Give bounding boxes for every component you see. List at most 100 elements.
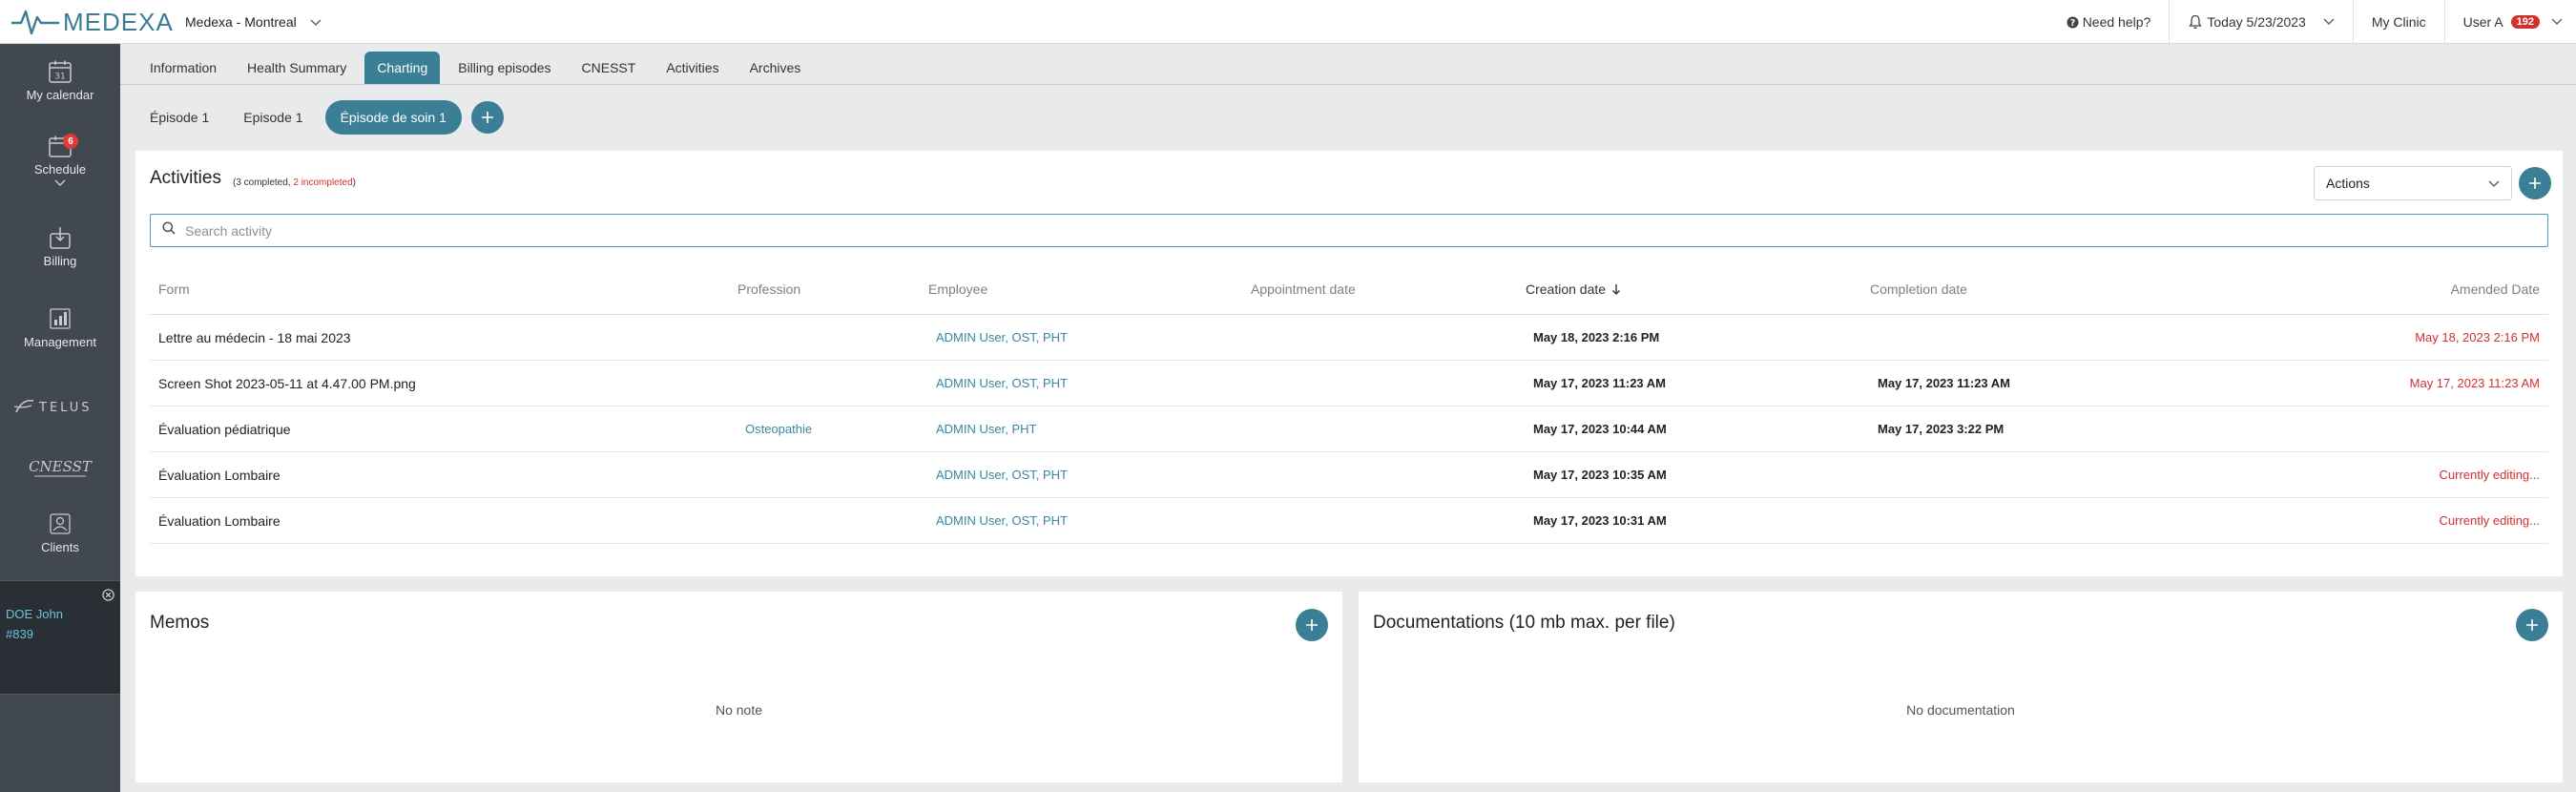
plus-icon [1306, 619, 1318, 631]
sidebar-item-schedule[interactable]: 6 Schedule [0, 134, 120, 187]
employee[interactable]: ADMIN User, OST, PHT [936, 498, 1068, 543]
amended-date: Currently editing... [2439, 513, 2541, 528]
actions-label: Actions [2326, 176, 2370, 191]
activities-card: Activities (3 completed, 2 incompleted) … [135, 151, 2563, 576]
medexa-logo[interactable]: MEDEXA [10, 6, 174, 38]
notifications-date[interactable]: Today 5/23/2023 [2169, 0, 2353, 44]
tab-charting[interactable]: Charting [364, 52, 441, 84]
tab-health-summary[interactable]: Health Summary [235, 52, 359, 84]
schedule-badge: 6 [63, 134, 78, 149]
sidebar-item-clients[interactable]: Clients [0, 511, 120, 554]
form-name: Lettre au médecin - 18 mai 2023 [158, 329, 351, 345]
chevron-down-icon [2551, 18, 2563, 26]
my-clinic-label: My Clinic [2371, 14, 2426, 30]
column-appointment-date[interactable]: Appointment date [1251, 263, 1356, 314]
patient-tabs: Information Health Summary Charting Bill… [137, 52, 819, 84]
top-bar: MEDEXA Medexa - Montreal ? Need help? To… [0, 0, 2576, 44]
clinic-selector[interactable]: Medexa - Montreal [185, 11, 322, 32]
episode-pill-active[interactable]: Épisode de soin 1 [324, 100, 462, 135]
creation-date: May 17, 2023 10:31 AM [1533, 513, 1667, 528]
form-name: Évaluation pédiatrique [158, 421, 291, 437]
column-completion-date[interactable]: Completion date [1870, 263, 1967, 314]
episode-pill[interactable]: Épisode 1 [137, 100, 221, 135]
table-row[interactable]: Évaluation Lombaire ADMIN User, OST, PHT… [150, 498, 2548, 544]
episode-selector: Épisode 1 Episode 1 Épisode de soin 1 [137, 100, 504, 135]
sidebar-item-label: Management [24, 335, 96, 349]
creation-date: May 17, 2023 10:44 AM [1533, 422, 1667, 436]
amended-date: May 18, 2023 2:16 PM [2415, 330, 2540, 344]
svg-text:TELUS: TELUS [38, 401, 93, 415]
completed-count: (3 completed, [233, 177, 294, 188]
completion-date: May 17, 2023 11:23 AM [1878, 376, 2010, 390]
creation-date: May 17, 2023 11:23 AM [1533, 376, 1666, 390]
employee[interactable]: ADMIN User, PHT [936, 406, 1036, 451]
chevron-down-icon [2488, 176, 2500, 191]
column-profession[interactable]: Profession [737, 263, 800, 314]
tab-billing-episodes[interactable]: Billing episodes [446, 52, 563, 84]
help-link[interactable]: ? Need help? [2048, 0, 2170, 44]
episode-pill[interactable]: Episode 1 [231, 100, 315, 135]
chevron-down-icon [310, 14, 322, 30]
actions-dropdown[interactable]: Actions [2314, 166, 2512, 200]
documentations-empty-state: No documentation [1906, 702, 2015, 718]
tab-archives[interactable]: Archives [737, 52, 814, 84]
column-amended-date[interactable]: Amended Date [2451, 263, 2540, 314]
svg-text:31: 31 [54, 73, 65, 82]
chevron-down-icon[interactable] [0, 179, 120, 187]
search-input[interactable] [185, 222, 2475, 239]
amended-date: Currently editing... [2439, 468, 2541, 482]
patient-name: DOE John [6, 607, 63, 621]
tab-cnesst[interactable]: CNESST [570, 52, 649, 84]
column-creation-date[interactable]: Creation date [1526, 263, 1621, 314]
table-row[interactable]: Évaluation pédiatrique Osteopathie ADMIN… [150, 406, 2548, 452]
table-row[interactable]: Screen Shot 2023-05-11 at 4.47.00 PM.png… [150, 361, 2548, 406]
plus-icon [2526, 619, 2538, 631]
activities-summary: (3 completed, 2 incompleted) [233, 177, 356, 188]
active-patient-card[interactable]: DOE John #839 [0, 580, 120, 695]
employee[interactable]: ADMIN User, OST, PHT [936, 452, 1068, 497]
user-menu[interactable]: User A 192 [2443, 0, 2576, 44]
activities-table: Form Profession Employee Appointment dat… [150, 263, 2548, 544]
plus-icon [481, 112, 493, 123]
employee[interactable]: ADMIN User, OST, PHT [936, 361, 1068, 406]
clinic-name: Medexa - Montreal [185, 14, 297, 30]
bell-icon [2188, 14, 2203, 30]
sidebar-item-label: Schedule [33, 162, 87, 177]
clients-icon [0, 511, 120, 536]
patient-number: #839 [6, 627, 33, 641]
add-documentation-button[interactable] [2516, 609, 2548, 641]
close-patient-icon[interactable] [102, 589, 114, 606]
activities-title: Activities [150, 168, 221, 188]
table-row[interactable]: Lettre au médecin - 18 mai 2023 ADMIN Us… [150, 315, 2548, 361]
table-row[interactable]: Évaluation Lombaire ADMIN User, OST, PHT… [150, 452, 2548, 498]
telus-logo[interactable]: TELUS [0, 397, 120, 421]
cnesst-logo[interactable]: CNESST [0, 456, 120, 486]
user-name: User A [2462, 14, 2503, 30]
add-memo-button[interactable] [1296, 609, 1328, 641]
memos-card: Memos No note [135, 592, 1342, 782]
memos-title: Memos [150, 613, 210, 633]
employee[interactable]: ADMIN User, OST, PHT [936, 315, 1068, 360]
form-name: Évaluation Lombaire [158, 512, 280, 529]
sidebar-item-billing[interactable]: Billing [0, 225, 120, 268]
user-notification-badge: 192 [2510, 15, 2540, 29]
add-activity-button[interactable] [2519, 167, 2551, 199]
patient-name-link[interactable]: DOE John #839 [6, 604, 63, 644]
logo-pulse-icon [11, 10, 59, 35]
column-form[interactable]: Form [158, 263, 190, 314]
schedule-icon [0, 134, 120, 158]
sidebar-item-label: Billing [43, 254, 77, 268]
my-clinic-link[interactable]: My Clinic [2352, 0, 2444, 44]
profession[interactable]: Osteopathie [745, 406, 812, 451]
table-header: Form Profession Employee Appointment dat… [150, 263, 2548, 315]
tab-information[interactable]: Information [137, 52, 229, 84]
calendar-icon: 31 [0, 59, 120, 84]
completion-date: May 17, 2023 3:22 PM [1878, 422, 2005, 436]
sidebar-item-label: Clients [41, 540, 79, 554]
creation-date: May 18, 2023 2:16 PM [1533, 330, 1660, 344]
add-episode-button[interactable] [470, 101, 504, 134]
tab-activities[interactable]: Activities [654, 52, 731, 84]
column-employee[interactable]: Employee [928, 263, 987, 314]
sidebar-item-management[interactable]: Management [0, 306, 120, 349]
sidebar-item-my-calendar[interactable]: 31 My calendar [0, 59, 120, 102]
